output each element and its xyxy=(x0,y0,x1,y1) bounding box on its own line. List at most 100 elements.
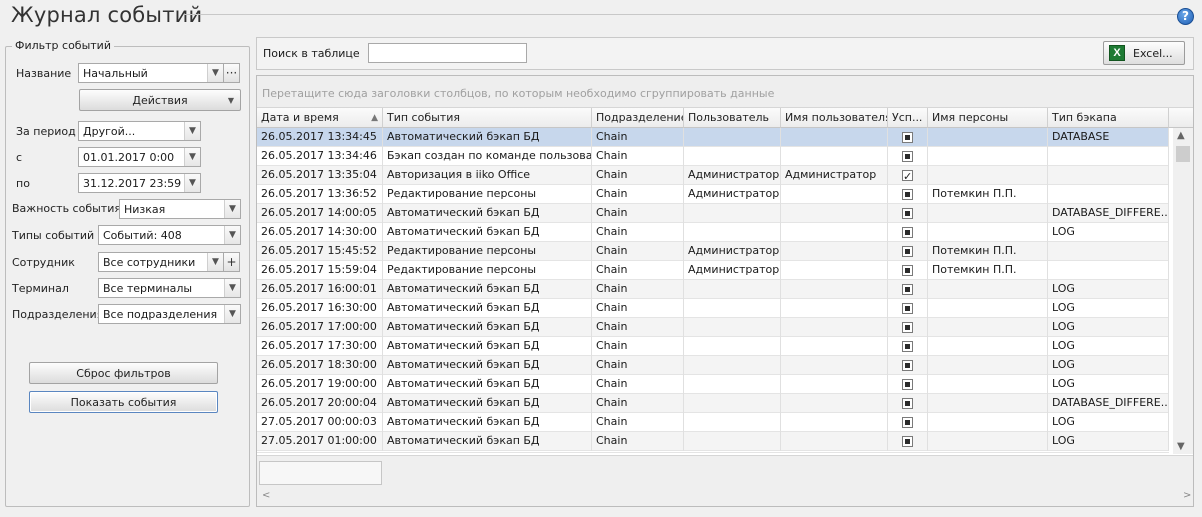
chevron-down-icon[interactable]: ▼ xyxy=(184,122,200,140)
success-checkbox[interactable] xyxy=(902,208,913,219)
cell-division: Chain xyxy=(592,280,684,299)
cell-backup-type: DATABASE xyxy=(1048,128,1169,147)
column-header-person-name[interactable]: Имя персоны xyxy=(928,108,1048,128)
name-select-value: Начальный xyxy=(83,66,148,80)
table-row[interactable]: 26.05.2017 15:45:52 Редактирование персон… xyxy=(257,242,1169,261)
show-events-button[interactable]: Показать события xyxy=(29,391,218,413)
cell-datetime: 26.05.2017 16:00:01 xyxy=(257,280,383,299)
cell-success xyxy=(888,280,928,299)
success-checkbox[interactable] xyxy=(902,436,913,447)
division-select[interactable]: Все подразделения ▼ xyxy=(98,304,241,324)
success-checkbox[interactable] xyxy=(902,417,913,428)
cell-datetime: 26.05.2017 18:30:00 xyxy=(257,356,383,375)
column-header-user[interactable]: Пользователь xyxy=(684,108,781,128)
cell-datetime: 26.05.2017 15:59:04 xyxy=(257,261,383,280)
importance-select[interactable]: Низкая ▼ xyxy=(119,199,241,219)
cell-user xyxy=(684,394,781,413)
cell-person-name xyxy=(928,147,1048,166)
cell-user-name xyxy=(781,204,888,223)
chevron-down-icon[interactable]: ▼ xyxy=(184,174,200,192)
cell-user xyxy=(684,147,781,166)
chevron-down-icon[interactable]: ▼ xyxy=(224,226,240,244)
to-date-field[interactable]: 31.12.2017 23:59 ▼ xyxy=(78,173,201,193)
column-header-division[interactable]: Подразделение xyxy=(592,108,684,128)
excel-export-button[interactable]: X Excel... xyxy=(1103,41,1185,65)
cell-person-name xyxy=(928,166,1048,185)
table-row[interactable]: 26.05.2017 18:30:00 Автоматический бэкап … xyxy=(257,356,1169,375)
add-employee-button[interactable]: + xyxy=(223,252,240,272)
table-row[interactable]: 26.05.2017 20:00:04 Автоматический бэкап … xyxy=(257,394,1169,413)
cell-success xyxy=(888,261,928,280)
success-checkbox[interactable] xyxy=(902,132,913,143)
column-header-success[interactable]: Усп... xyxy=(888,108,928,128)
success-checkbox[interactable] xyxy=(902,189,913,200)
scroll-right-icon[interactable]: > xyxy=(1183,490,1191,501)
chevron-down-icon[interactable]: ▼ xyxy=(207,253,223,271)
column-header-event-type[interactable]: Тип события xyxy=(383,108,592,128)
table-row[interactable]: 27.05.2017 00:00:03 Автоматический бэкап … xyxy=(257,413,1169,432)
cell-datetime: 27.05.2017 00:00:03 xyxy=(257,413,383,432)
chevron-down-icon[interactable]: ▼ xyxy=(224,305,240,323)
column-header-backup-type[interactable]: Тип бэкапа xyxy=(1048,108,1169,128)
success-checkbox[interactable] xyxy=(902,284,913,295)
chevron-down-icon[interactable]: ▼ xyxy=(224,279,240,297)
from-label: с xyxy=(16,151,23,164)
success-checkbox[interactable] xyxy=(902,398,913,409)
table-row[interactable]: 26.05.2017 19:00:00 Автоматический бэкап … xyxy=(257,375,1169,394)
cell-success xyxy=(888,166,928,185)
success-checkbox[interactable] xyxy=(902,151,913,162)
scroll-left-icon[interactable]: < xyxy=(262,490,270,501)
terminal-select[interactable]: Все терминалы ▼ xyxy=(98,278,241,298)
scroll-thumb[interactable] xyxy=(1176,146,1190,162)
period-select[interactable]: Другой... ▼ xyxy=(78,121,201,141)
cell-success xyxy=(888,432,928,451)
division-label: Подразделения xyxy=(12,308,104,321)
table-row[interactable]: 26.05.2017 15:59:04 Редактирование персон… xyxy=(257,261,1169,280)
chevron-down-icon[interactable]: ▼ xyxy=(224,200,240,218)
table-row[interactable]: 27.05.2017 01:00:00 Автоматический бэкап … xyxy=(257,432,1169,451)
chevron-down-icon[interactable]: ▼ xyxy=(184,148,200,166)
table-row[interactable]: 26.05.2017 14:00:05 Автоматический бэкап … xyxy=(257,204,1169,223)
table-row[interactable]: 26.05.2017 13:35:04 Авторизация в iiko Of… xyxy=(257,166,1169,185)
success-checkbox[interactable] xyxy=(902,360,913,371)
success-checkbox[interactable] xyxy=(902,303,913,314)
column-header-user-name[interactable]: Имя пользователя xyxy=(781,108,888,128)
table-row[interactable]: 26.05.2017 17:30:00 Автоматический бэкап … xyxy=(257,337,1169,356)
terminal-select-value: Все терминалы xyxy=(103,281,193,295)
cell-person-name xyxy=(928,318,1048,337)
employee-select[interactable]: Все сотрудники ▼ xyxy=(98,252,224,272)
table-row[interactable]: 26.05.2017 13:34:45 Автоматический бэкап … xyxy=(257,128,1169,147)
title-divider xyxy=(184,14,1182,15)
table-row[interactable]: 26.05.2017 17:00:00 Автоматический бэкап … xyxy=(257,318,1169,337)
success-checkbox[interactable] xyxy=(902,246,913,257)
cell-event-type: Автоматический бэкап БД xyxy=(383,337,592,356)
scroll-up-icon[interactable]: ▲ xyxy=(1177,130,1185,141)
chevron-down-icon[interactable]: ▼ xyxy=(207,64,223,82)
name-more-button[interactable]: ··· xyxy=(223,63,240,83)
sort-asc-icon: ▲ xyxy=(371,113,378,123)
success-checkbox[interactable] xyxy=(902,227,913,238)
table-row[interactable]: 26.05.2017 16:00:01 Автоматический бэкап … xyxy=(257,280,1169,299)
table-row[interactable]: 26.05.2017 13:34:46 Бэкап создан по коман… xyxy=(257,147,1169,166)
reset-filters-button[interactable]: Сброс фильтров xyxy=(29,362,218,384)
table-row[interactable]: 26.05.2017 16:30:00 Автоматический бэкап … xyxy=(257,299,1169,318)
success-checkbox[interactable] xyxy=(902,379,913,390)
from-date-field[interactable]: 01.01.2017 0:00 ▼ xyxy=(78,147,201,167)
cell-success xyxy=(888,394,928,413)
scroll-down-icon[interactable]: ▼ xyxy=(1177,441,1185,452)
search-input[interactable] xyxy=(368,43,527,63)
success-checkbox[interactable] xyxy=(902,341,913,352)
success-checkbox[interactable] xyxy=(902,265,913,276)
table-row[interactable]: 26.05.2017 13:36:52 Редактирование персон… xyxy=(257,185,1169,204)
help-icon[interactable]: ? xyxy=(1177,8,1194,25)
cell-user-name xyxy=(781,280,888,299)
types-select[interactable]: Событий: 408 ▼ xyxy=(98,225,241,245)
column-header-datetime[interactable]: Дата и время ▲ xyxy=(257,108,383,128)
success-checkbox[interactable] xyxy=(902,322,913,333)
checkmark-icon[interactable] xyxy=(902,168,913,185)
name-select[interactable]: Начальный ▼ xyxy=(78,63,224,83)
vertical-scrollbar[interactable]: ▲ ▼ xyxy=(1173,128,1193,454)
actions-button[interactable]: Действия ▼ xyxy=(79,89,241,111)
table-row[interactable]: 26.05.2017 14:30:00 Автоматический бэкап … xyxy=(257,223,1169,242)
excel-icon: X xyxy=(1109,45,1125,61)
